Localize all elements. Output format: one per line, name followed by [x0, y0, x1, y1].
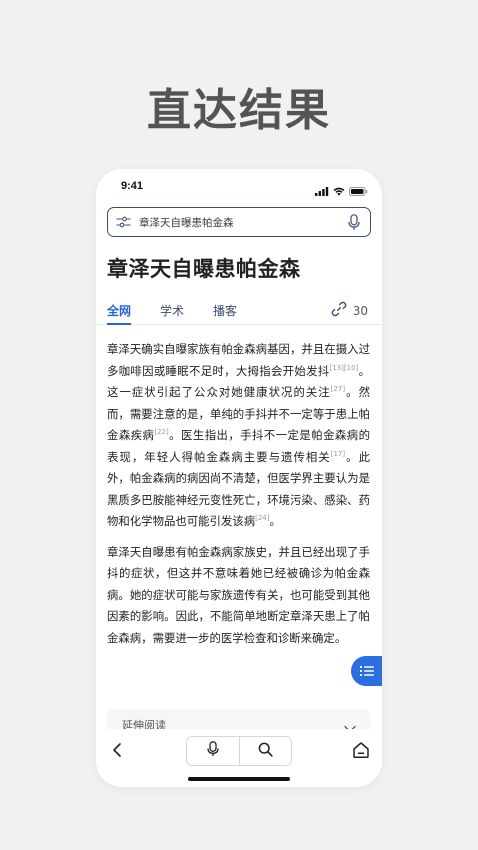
- bottom-toolbar: [96, 729, 382, 787]
- answer-content: 章泽天确实自曝家族有帕金森病基因，并且在摄入过多咖啡因或睡眠不足时，大拇指会开始…: [107, 339, 370, 658]
- citation-ref[interactable]: [17]: [331, 450, 345, 458]
- home-icon[interactable]: [352, 741, 370, 759]
- mic-icon: [207, 741, 219, 761]
- search-input[interactable]: 章泽天自曝患帕金森: [139, 215, 346, 230]
- status-bar: 9:41: [96, 169, 382, 203]
- tab-all[interactable]: 全网: [107, 302, 131, 319]
- page-title: 章泽天自曝患帕金森: [107, 257, 301, 281]
- wifi-icon: [333, 181, 345, 200]
- tab-bar: 全网 学术 播客 30: [96, 295, 382, 325]
- tab-podcast[interactable]: 播客: [213, 302, 237, 319]
- back-chevron-icon[interactable]: [110, 741, 126, 759]
- tab-academic[interactable]: 学术: [160, 302, 184, 319]
- citation-ref[interactable]: [13][10]: [330, 364, 359, 372]
- battery-icon: [349, 181, 368, 200]
- hero-title: 直达结果: [147, 85, 331, 136]
- status-time: 9:41: [121, 180, 144, 192]
- voice-search-group: [186, 736, 292, 766]
- filter-icon[interactable]: [116, 216, 131, 228]
- search-bar[interactable]: 章泽天自曝患帕金森: [107, 207, 371, 237]
- citation-ref[interactable]: [27]: [331, 385, 345, 393]
- answer-paragraph-2: 章泽天自曝患有帕金森病家族史，并且已经出现了手抖的症状，但这并不意味着她已经被确…: [107, 544, 370, 645]
- voice-input-button[interactable]: [187, 737, 239, 765]
- signal-icon: [315, 181, 329, 200]
- search-icon: [258, 742, 273, 761]
- citation-ref[interactable]: [22]: [154, 428, 168, 436]
- link-count: 30: [352, 303, 368, 318]
- tab-active-indicator: [107, 323, 131, 325]
- sources-link[interactable]: 30: [331, 301, 368, 320]
- table-of-contents-button[interactable]: [351, 656, 382, 686]
- home-indicator[interactable]: [188, 777, 290, 781]
- phone-screen: 9:41 章泽天自曝患帕金森 章泽天自曝患帕金森 全网 学术 播客 30 章泽天…: [96, 169, 382, 787]
- search-button[interactable]: [240, 737, 292, 765]
- toc-list-icon: [360, 662, 374, 681]
- citation-ref[interactable]: [24]: [255, 514, 269, 522]
- answer-paragraph-1: 章泽天确实自曝家族有帕金森病基因，并且在摄入过多咖啡因或睡眠不足时，大拇指会开始…: [107, 342, 370, 528]
- link-icon: [331, 301, 347, 320]
- mic-icon[interactable]: [346, 213, 362, 231]
